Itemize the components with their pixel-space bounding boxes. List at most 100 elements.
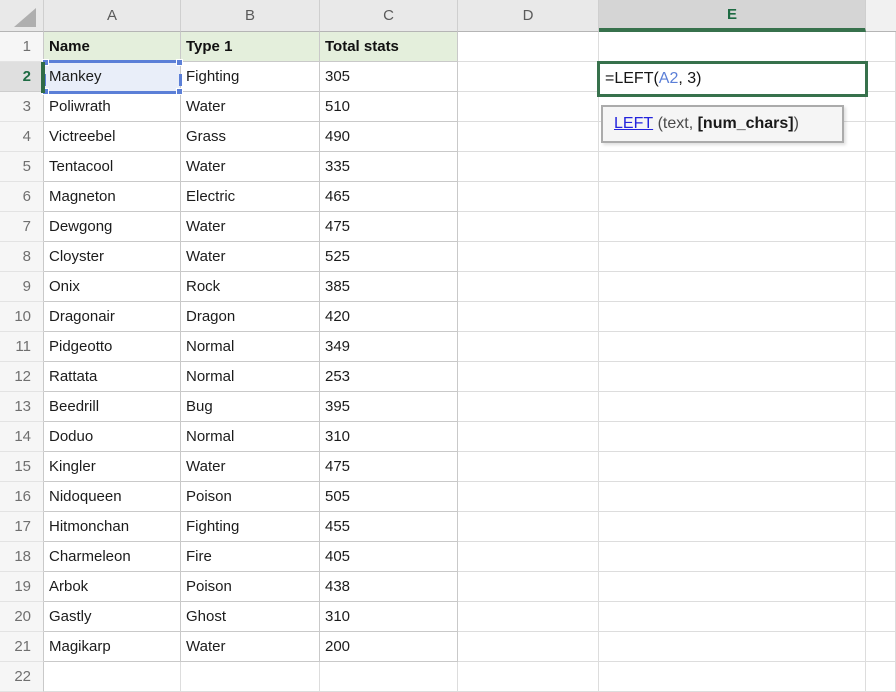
cell-F5[interactable]: [866, 152, 896, 182]
cell-D18[interactable]: [458, 542, 599, 572]
cell-B21[interactable]: Water: [181, 632, 320, 662]
cell-E10[interactable]: [599, 302, 866, 332]
row-header-19[interactable]: 19: [0, 572, 44, 602]
cell-A10[interactable]: Dragonair: [44, 302, 181, 332]
cell-A1[interactable]: Name: [44, 32, 181, 62]
cell-C14[interactable]: 310: [320, 422, 458, 452]
cell-C22[interactable]: [320, 662, 458, 692]
cell-D7[interactable]: [458, 212, 599, 242]
cell-B13[interactable]: Bug: [181, 392, 320, 422]
cell-E17[interactable]: [599, 512, 866, 542]
cell-B15[interactable]: Water: [181, 452, 320, 482]
cell-C3[interactable]: 510: [320, 92, 458, 122]
row-header-7[interactable]: 7: [0, 212, 44, 242]
cell-C13[interactable]: 395: [320, 392, 458, 422]
cell-A18[interactable]: Charmeleon: [44, 542, 181, 572]
cell-A20[interactable]: Gastly: [44, 602, 181, 632]
cell-B11[interactable]: Normal: [181, 332, 320, 362]
select-all-corner[interactable]: [0, 0, 44, 32]
cell-F13[interactable]: [866, 392, 896, 422]
row-header-17[interactable]: 17: [0, 512, 44, 542]
cell-E9[interactable]: [599, 272, 866, 302]
cell-B1[interactable]: Type 1: [181, 32, 320, 62]
cell-A16[interactable]: Nidoqueen: [44, 482, 181, 512]
cell-D10[interactable]: [458, 302, 599, 332]
cell-F15[interactable]: [866, 452, 896, 482]
cell-F1[interactable]: [866, 32, 896, 62]
cell-B19[interactable]: Poison: [181, 572, 320, 602]
cell-C20[interactable]: 310: [320, 602, 458, 632]
row-header-6[interactable]: 6: [0, 182, 44, 212]
cell-C17[interactable]: 455: [320, 512, 458, 542]
row-header-18[interactable]: 18: [0, 542, 44, 572]
cell-D5[interactable]: [458, 152, 599, 182]
cell-F10[interactable]: [866, 302, 896, 332]
cell-F11[interactable]: [866, 332, 896, 362]
cell-A6[interactable]: Magneton: [44, 182, 181, 212]
cell-A14[interactable]: Doduo: [44, 422, 181, 452]
cell-F22[interactable]: [866, 662, 896, 692]
column-header-F[interactable]: [866, 0, 896, 32]
cell-C2[interactable]: 305: [320, 62, 458, 92]
row-header-5[interactable]: 5: [0, 152, 44, 182]
cell-F14[interactable]: [866, 422, 896, 452]
cell-D15[interactable]: [458, 452, 599, 482]
cell-A17[interactable]: Hitmonchan: [44, 512, 181, 542]
cell-D22[interactable]: [458, 662, 599, 692]
row-header-1[interactable]: 1: [0, 32, 44, 62]
cell-B22[interactable]: [181, 662, 320, 692]
cell-B3[interactable]: Water: [181, 92, 320, 122]
row-header-20[interactable]: 20: [0, 602, 44, 632]
cell-D16[interactable]: [458, 482, 599, 512]
cell-B6[interactable]: Electric: [181, 182, 320, 212]
row-header-8[interactable]: 8: [0, 242, 44, 272]
cell-C8[interactable]: 525: [320, 242, 458, 272]
cell-C18[interactable]: 405: [320, 542, 458, 572]
cell-B12[interactable]: Normal: [181, 362, 320, 392]
cell-D2[interactable]: [458, 62, 599, 92]
cell-B2[interactable]: Fighting: [181, 62, 320, 92]
cell-A22[interactable]: [44, 662, 181, 692]
cell-A11[interactable]: Pidgeotto: [44, 332, 181, 362]
column-header-E[interactable]: E: [599, 0, 866, 32]
cell-F2[interactable]: [866, 62, 896, 92]
column-header-C[interactable]: C: [320, 0, 458, 32]
row-header-16[interactable]: 16: [0, 482, 44, 512]
row-header-22[interactable]: 22: [0, 662, 44, 692]
row-header-10[interactable]: 10: [0, 302, 44, 332]
cell-B7[interactable]: Water: [181, 212, 320, 242]
row-header-13[interactable]: 13: [0, 392, 44, 422]
cell-D13[interactable]: [458, 392, 599, 422]
cell-A21[interactable]: Magikarp: [44, 632, 181, 662]
cell-B4[interactable]: Grass: [181, 122, 320, 152]
cell-F8[interactable]: [866, 242, 896, 272]
cell-D14[interactable]: [458, 422, 599, 452]
cell-D20[interactable]: [458, 602, 599, 632]
cell-B14[interactable]: Normal: [181, 422, 320, 452]
cell-C15[interactable]: 475: [320, 452, 458, 482]
row-header-4[interactable]: 4: [0, 122, 44, 152]
cell-F4[interactable]: [866, 122, 896, 152]
cell-B16[interactable]: Poison: [181, 482, 320, 512]
cell-E22[interactable]: [599, 662, 866, 692]
cell-D21[interactable]: [458, 632, 599, 662]
cell-E11[interactable]: [599, 332, 866, 362]
cell-D9[interactable]: [458, 272, 599, 302]
cell-F7[interactable]: [866, 212, 896, 242]
cell-E16[interactable]: [599, 482, 866, 512]
cell-C9[interactable]: 385: [320, 272, 458, 302]
cell-D3[interactable]: [458, 92, 599, 122]
cell-C4[interactable]: 490: [320, 122, 458, 152]
cell-E1[interactable]: [599, 32, 866, 62]
cell-A13[interactable]: Beedrill: [44, 392, 181, 422]
row-header-21[interactable]: 21: [0, 632, 44, 662]
cell-E18[interactable]: [599, 542, 866, 572]
cell-E6[interactable]: [599, 182, 866, 212]
cell-C10[interactable]: 420: [320, 302, 458, 332]
row-header-15[interactable]: 15: [0, 452, 44, 482]
cell-C1[interactable]: Total stats: [320, 32, 458, 62]
cell-A12[interactable]: Rattata: [44, 362, 181, 392]
cell-D12[interactable]: [458, 362, 599, 392]
cell-B10[interactable]: Dragon: [181, 302, 320, 332]
cell-D6[interactable]: [458, 182, 599, 212]
